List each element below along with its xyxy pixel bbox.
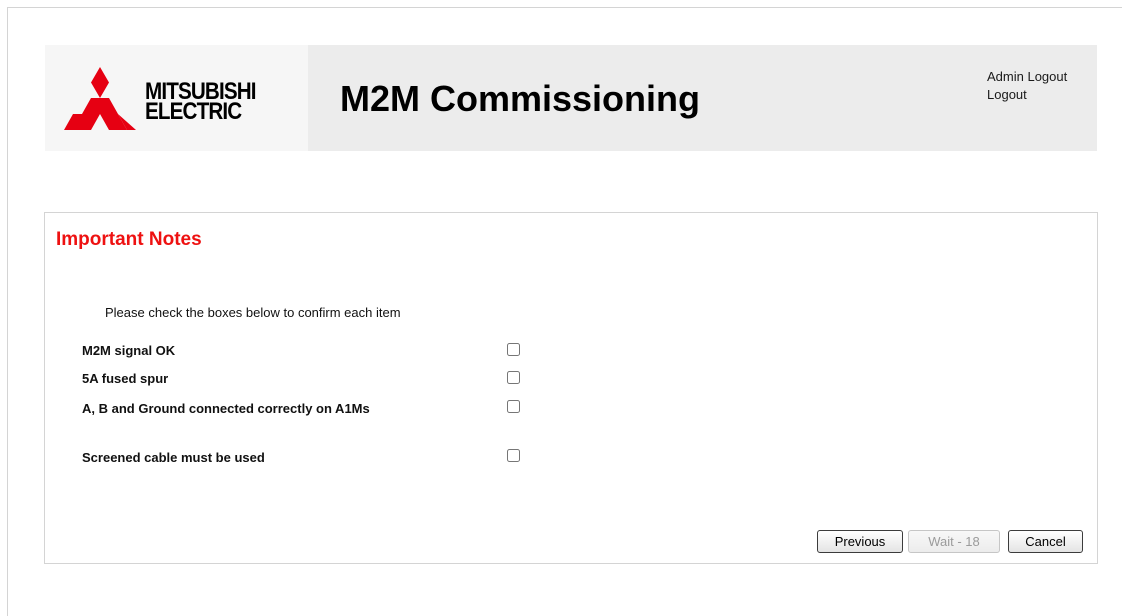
panel-title: Important Notes [56, 229, 202, 250]
checklist-item-label: A, B and Ground connected correctly on A… [82, 401, 370, 416]
three-diamonds-logo-icon [64, 67, 136, 130]
brand-logo: MITSUBISHI ELECTRIC [45, 45, 308, 151]
wait-button[interactable]: Wait - 18 [908, 530, 1000, 553]
cancel-button[interactable]: Cancel [1008, 530, 1083, 553]
important-notes-panel: Important Notes Please check the boxes b… [44, 212, 1098, 564]
previous-button[interactable]: Previous [817, 530, 903, 553]
header-links: Admin Logout Logout [987, 68, 1067, 104]
checklist-item-label: Screened cable must be used [82, 450, 265, 465]
page-title: M2M Commissioning [340, 78, 701, 119]
fused-spur-checkbox[interactable] [507, 371, 520, 384]
screened-cable-checkbox[interactable] [507, 449, 520, 462]
logout-link[interactable]: Logout [987, 86, 1067, 104]
admin-logout-link[interactable]: Admin Logout [987, 68, 1067, 86]
header-banner: MITSUBISHI ELECTRIC M2M Commissioning Ad… [45, 45, 1097, 151]
brand-wordmark: MITSUBISHI ELECTRIC [145, 80, 257, 125]
brand-line2: ELECTRIC [145, 98, 242, 125]
m2m-signal-checkbox[interactable] [507, 343, 520, 356]
checklist-item-label: M2M signal OK [82, 343, 176, 358]
instructions-text: Please check the boxes below to confirm … [105, 305, 401, 320]
ab-ground-checkbox[interactable] [507, 400, 520, 413]
checklist-item-label: 5A fused spur [82, 371, 169, 386]
